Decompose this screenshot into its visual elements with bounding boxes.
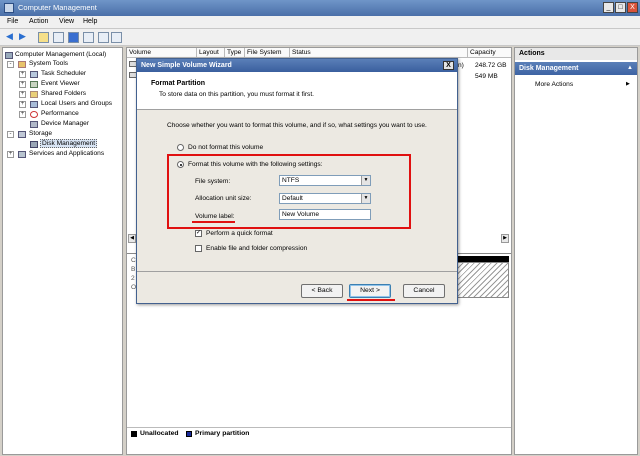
users-icon [30,101,38,108]
partition-legend: Unallocated Primary partition [127,427,511,439]
expand-icon[interactable]: + [7,151,14,158]
capacity-value: 248.72 GB [475,62,507,69]
more-actions-arrow-icon[interactable]: ▶ [626,81,630,87]
back-arrow-icon[interactable]: ◀ [4,32,15,43]
row-status-fragment: n) [458,62,464,69]
actions-section-label: Disk Management [519,65,579,72]
up-folder-icon[interactable] [38,32,49,43]
format-question: Choose whether you want to format this v… [167,122,427,129]
unallocated-swatch [131,431,137,437]
forward-arrow-icon[interactable]: ▶ [17,32,28,43]
column-type[interactable]: Type [225,48,245,58]
dialog-title-bar: New Simple Volume Wizard X [137,59,457,72]
capacity-value: 549 MB [475,73,498,80]
event-viewer-icon [30,81,38,88]
disk-fragment: 2 [131,275,135,282]
window-title-bar: Computer Management _ □ X [0,0,640,16]
menu-view[interactable]: View [59,18,74,25]
expand-icon[interactable]: + [19,71,26,78]
highlight-box [167,154,411,229]
minimize-button[interactable]: _ [603,2,614,13]
tools-icon [18,61,26,68]
unallocated-partition[interactable] [457,262,509,298]
help-icon[interactable] [68,32,79,43]
services-icon [18,151,26,158]
column-file-system[interactable]: File System [245,48,290,58]
column-status[interactable]: Status [290,48,468,58]
dialog-divider [137,271,457,272]
compression-checkbox[interactable] [195,245,202,252]
task-scheduler-icon [30,71,38,78]
window-title: Computer Management [18,3,97,12]
menu-file[interactable]: File [7,18,18,25]
properties-icon[interactable] [83,32,94,43]
legend-primary-partition: Primary partition [195,430,250,437]
column-capacity[interactable]: Capacity [468,48,511,58]
highlight-underline [347,299,395,301]
actions-header: Actions [515,48,637,60]
collapse-arrow-icon[interactable]: ▲ [627,62,633,75]
scroll-right-arrow-icon[interactable]: ▶ [501,234,509,243]
do-not-format-label[interactable]: Do not format this volume [188,144,263,151]
disk-icon [30,141,38,148]
actions-pane: Actions Disk Management ▲ More Actions ▶ [514,47,638,455]
column-volume[interactable]: Volume [127,48,197,58]
device-manager-icon [30,121,38,128]
disk-fragment: B [131,266,136,273]
collapse-icon[interactable]: - [7,61,14,68]
back-button[interactable]: < Back [301,284,343,298]
do-not-format-radio[interactable] [177,144,184,151]
scroll-left-arrow-icon[interactable]: ◀ [128,234,136,243]
page-subtitle: To store data on this partition, you mus… [159,91,315,98]
console-tree-icon[interactable] [53,32,64,43]
expand-icon[interactable]: + [19,111,26,118]
legend-unallocated: Unallocated [140,430,179,437]
performance-icon [30,111,38,118]
menu-help[interactable]: Help [83,18,97,25]
expand-icon[interactable]: + [19,91,26,98]
cancel-button[interactable]: Cancel [403,284,445,298]
more-actions-link[interactable]: More Actions [535,81,573,88]
console-tree: Computer Management (Local) - System Too… [2,47,123,455]
expand-icon[interactable]: + [19,101,26,108]
compression-label[interactable]: Enable file and folder compression [206,245,307,252]
new-simple-volume-wizard: New Simple Volume Wizard X Format Partit… [136,58,458,304]
export-list-icon[interactable] [98,32,109,43]
shared-folder-icon [30,91,38,98]
menu-action[interactable]: Action [29,18,48,25]
toolbar: ◀ ▶ [0,29,640,46]
primary-partition-swatch [186,431,192,437]
storage-icon [18,131,26,138]
maximize-button[interactable]: □ [615,2,626,13]
quick-format-label[interactable]: Perform a quick format [206,230,273,237]
computer-management-icon [4,3,14,13]
menu-bar: File Action View Help [0,16,640,29]
column-layout[interactable]: Layout [197,48,225,58]
close-button[interactable]: X [627,2,638,13]
collapse-icon[interactable]: - [7,131,14,138]
expand-icon[interactable]: + [19,81,26,88]
dialog-header: Format Partition To store data on this p… [137,72,457,110]
dialog-title: New Simple Volume Wizard [141,62,232,69]
highlight-underline [192,221,235,223]
dialog-close-button[interactable]: X [443,61,454,70]
next-button[interactable]: Next > [349,284,391,298]
refresh-icon[interactable] [111,32,122,43]
page-title: Format Partition [151,80,206,87]
quick-format-checkbox[interactable]: ✓ [195,230,202,237]
computer-icon [5,52,13,59]
actions-section-disk-management[interactable]: Disk Management ▲ [515,62,637,75]
